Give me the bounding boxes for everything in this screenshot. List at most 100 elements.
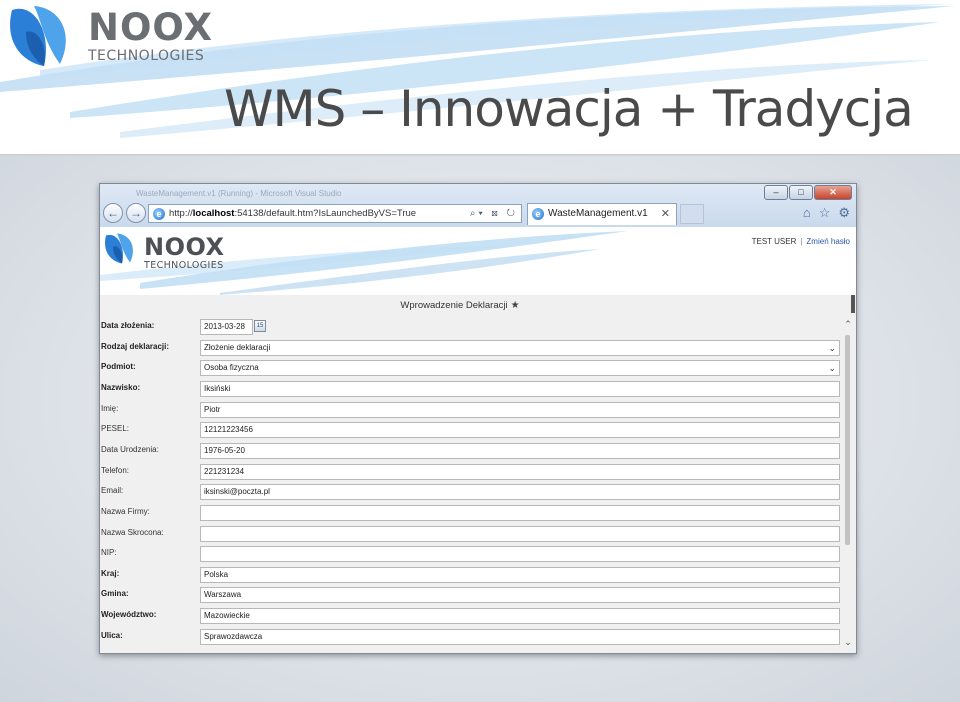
change-password-link[interactable]: Zmień hasło — [806, 237, 850, 246]
address-bar[interactable]: e http://localhost:54138/default.htm?IsL… — [148, 204, 522, 223]
imie-label: Imię: — [101, 403, 119, 413]
nazwisko-input[interactable]: Iksiński — [200, 380, 840, 397]
calendar-icon[interactable]: 15 — [254, 320, 266, 332]
data-zlozenia-label: Data złożenia: — [101, 321, 155, 330]
rodzaj-deklaracji-select[interactable]: Złożenie deklaracji ⌄ — [200, 339, 840, 356]
form-row-nazwisko: Nazwisko: Iksiński — [100, 380, 840, 397]
address-rest: :54138/default.htm?IsLaunchedByVS=True — [234, 208, 417, 219]
email-label: Email: — [101, 486, 124, 496]
forward-button[interactable]: → — [126, 203, 146, 223]
noox-logo-icon — [10, 6, 66, 66]
gmina-input[interactable]: Warszawa — [200, 587, 840, 604]
wojewodztwo-value: Mazowieckie — [204, 611, 250, 621]
tab-label: WasteManagement.v1 — [548, 208, 648, 219]
form-title-text: Wprowadzenie Deklaracji — [400, 300, 508, 311]
form-row-rodzaj-deklaracji: Rodzaj deklaracji: Złożenie deklaracji ⌄ — [100, 339, 840, 356]
tab-ie-icon: e — [532, 208, 544, 220]
pesel-value: 12121223456 — [204, 425, 253, 435]
new-tab-button[interactable] — [680, 204, 704, 224]
tab-close-icon[interactable]: ✕ — [661, 204, 670, 224]
telefon-label: Telefon: — [101, 465, 130, 475]
ie-page-icon: e — [153, 208, 165, 220]
form-row-imie: Imię: Piotr — [100, 401, 840, 418]
imie-value: Piotr — [204, 404, 221, 414]
favorites-icon[interactable]: ☆ — [819, 205, 831, 221]
tab-wastemanagement[interactable]: e WasteManagement.v1 ✕ — [527, 203, 677, 225]
maximize-button[interactable]: □ — [789, 185, 813, 200]
browser-window: WasteManagement.v1 (Running) - Microsoft… — [99, 183, 857, 654]
form-scrollbar[interactable]: ⌃ ⌄ — [842, 319, 854, 651]
nazwa-firmy-input[interactable] — [200, 504, 840, 521]
star-icon: ★ — [510, 300, 520, 311]
gmina-label: Gmina: — [101, 589, 129, 599]
imie-input[interactable]: Piotr — [200, 401, 840, 418]
slide-header: NOOX TECHNOLOGIES WMS – Innowacja + Trad… — [0, 0, 960, 156]
form-row-nip: NIP: — [100, 546, 840, 563]
app-logo-name: NOOX — [144, 233, 225, 261]
close-button[interactable]: ✕ — [814, 185, 852, 200]
podmiot-select[interactable]: Osoba fizyczna ⌄ — [200, 360, 840, 377]
address-host: localhost — [192, 208, 235, 219]
form-row-email: Email: iksinski@poczta.pl — [100, 484, 840, 501]
home-icon[interactable]: ⌂ — [803, 205, 811, 221]
form-row-wojewodztwo: Województwo: Mazowieckie — [100, 608, 840, 625]
scroll-thumb[interactable] — [845, 335, 850, 545]
telefon-input[interactable]: 221231234 — [200, 463, 840, 480]
logo-name: NOOX — [88, 6, 214, 49]
user-separator: | — [800, 237, 803, 246]
kraj-value: Polska — [204, 569, 229, 579]
app-logo-tagline: TECHNOLOGIES — [144, 260, 224, 271]
form-row-nazwa-firmy: Nazwa Firmy: — [100, 504, 840, 521]
browser-chrome: WasteManagement.v1 (Running) - Microsoft… — [100, 184, 856, 227]
nip-input[interactable] — [200, 546, 840, 563]
form-row-gmina: Gmina: Warszawa — [100, 587, 840, 604]
data-urodzenia-input[interactable]: 1976-05-20 — [200, 442, 840, 459]
chevron-down-icon[interactable]: ⌄ — [828, 341, 836, 355]
window-title: WasteManagement.v1 (Running) - Microsoft… — [136, 189, 342, 198]
minimize-button[interactable]: – — [764, 185, 788, 200]
form-title: Wprowadzenie Deklaracji ★ — [100, 300, 820, 311]
rodzaj-deklaracji-value: Złożenie deklaracji — [204, 342, 271, 352]
tools-icon[interactable]: ⚙ — [838, 205, 850, 221]
podmiot-value: Osoba fizyczna — [204, 363, 259, 373]
wojewodztwo-input[interactable]: Mazowieckie — [200, 608, 840, 625]
slide-title: WMS – Innowacja + Tradycja — [224, 80, 914, 138]
kraj-label: Kraj: — [101, 568, 120, 578]
chevron-down-icon[interactable]: ⌄ — [828, 361, 836, 375]
ulica-input[interactable]: Sprawozdawcza — [200, 628, 840, 645]
pesel-label: PESEL: — [101, 424, 130, 434]
address-actions-icon[interactable]: ⌕▾ ⊠ ↻ — [470, 205, 518, 222]
ulica-value: Sprawozdawcza — [204, 631, 263, 641]
scroll-down-icon[interactable]: ⌄ — [842, 637, 854, 648]
kraj-input[interactable]: Polska — [200, 566, 840, 583]
nazwa-skrocona-input[interactable] — [200, 525, 840, 542]
user-name: TEST USER — [751, 237, 797, 246]
data-urodzenia-label: Data Urodzenia: — [101, 444, 159, 454]
email-input[interactable]: iksinski@poczta.pl — [200, 484, 840, 501]
app-logo-icon — [105, 233, 133, 264]
data-urodzenia-value: 1976-05-20 — [204, 445, 245, 455]
nazwa-firmy-label: Nazwa Firmy: — [101, 506, 150, 516]
form-row-data-urodzenia: Data Urodzenia: 1976-05-20 — [100, 442, 840, 459]
wojewodztwo-label: Województwo: — [101, 610, 157, 620]
app-logo-text: NOOX TECHNOLOGIES — [144, 234, 225, 271]
data-zlozenia-value: 2013-03-28 — [204, 322, 245, 331]
ulica-label: Ulica: — [101, 630, 123, 640]
form-row-nazwa-skrocona: Nazwa Skrocona: — [100, 525, 840, 542]
back-arrow-icon: ← — [107, 206, 119, 220]
slide-logo-text: NOOX TECHNOLOGIES — [88, 6, 214, 65]
scroll-up-icon[interactable]: ⌃ — [842, 319, 854, 330]
back-button[interactable]: ← — [103, 203, 123, 223]
nazwisko-value: Iksiński — [204, 383, 231, 393]
podmiot-label: Podmiot: — [101, 362, 136, 372]
form-row-podmiot: Podmiot: Osoba fizyczna ⌄ — [100, 360, 840, 377]
forward-arrow-icon: → — [130, 206, 142, 220]
pesel-input[interactable]: 12121223456 — [200, 422, 840, 439]
nazwisko-label: Nazwisko: — [101, 382, 141, 392]
window-controls: – □ ✕ — [763, 185, 852, 200]
data-zlozenia-input[interactable]: 2013-03-28 — [200, 319, 253, 335]
outer-scroll-thumb[interactable] — [851, 295, 855, 313]
logo-tagline: TECHNOLOGIES — [88, 48, 205, 64]
nip-label: NIP: — [101, 548, 117, 558]
address-prefix: http:// — [169, 208, 193, 219]
